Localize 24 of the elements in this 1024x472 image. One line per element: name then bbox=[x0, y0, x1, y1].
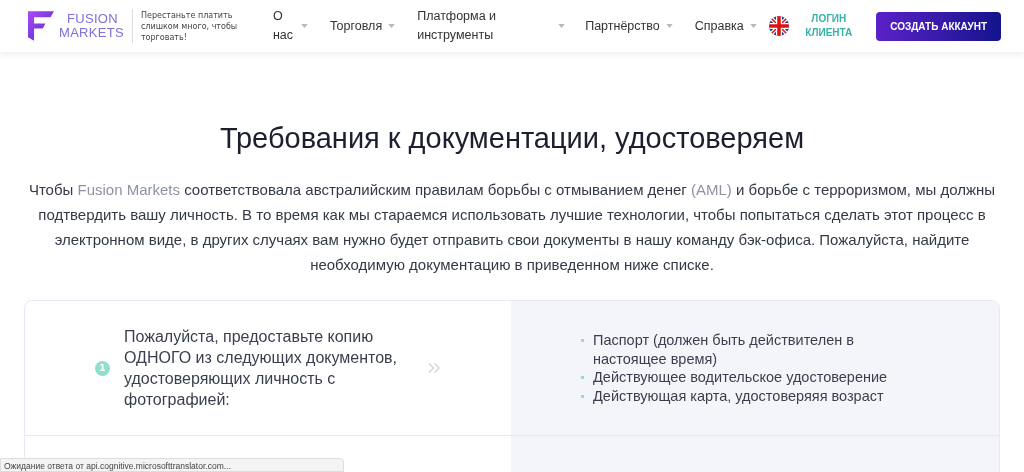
caret-icon bbox=[749, 24, 757, 28]
nav-menu-item[interactable]: О нас bbox=[272, 7, 308, 45]
document-list-item: Паспорт (должен быть действителен в настоящее время) bbox=[581, 331, 901, 368]
logo[interactable]: FUSION MARKETS bbox=[28, 9, 133, 43]
nav-menu-item[interactable]: Платформа и инструменты bbox=[417, 7, 566, 45]
uk-flag-icon[interactable] bbox=[768, 16, 789, 36]
caret-icon bbox=[300, 24, 308, 28]
double-chevron-icon bbox=[428, 362, 441, 374]
intro-paragraph: Чтобы Fusion Markets соответствовала австралийским правилам борьбы с отмыванием денег (AML) и борьбе с терроризмом, мы должны подтвердить вашу личность. В то время как мы стараемся использовать лучшие технологии, чтобы попытаться сделать этот процесс в электронном виде, в других случаях вам нужно будет отправить свои документы в нашу команду бэк-офиса. Пожалуйста, найдите необходимую документацию в приведенном ниже списке. bbox=[27, 180, 997, 275]
nav-menu-item[interactable]: Партнёрство bbox=[585, 16, 673, 36]
nav-menu-item[interactable]: Торговля bbox=[329, 16, 396, 36]
logo-icon bbox=[28, 10, 54, 42]
document-list-item: Действующая карта, удостоверяяя возраст bbox=[581, 386, 901, 405]
nav-menu-item[interactable]: Справка bbox=[694, 16, 757, 36]
caret-icon bbox=[665, 24, 673, 28]
requirement-text: Пожалуйста, предоставьте копию ОДНОГО из следующих документов, удостоверяющих личность с фотографией: bbox=[124, 327, 399, 410]
status-bar: Ожидание ответа от api.cognitive.microsofttranslator.com... bbox=[0, 458, 344, 472]
page-heading: Требования к документации, удостоверяем bbox=[219, 122, 805, 155]
tagline: Перестаньте платить слишком много, чтобы торговать! bbox=[140, 9, 239, 43]
create-account-button[interactable]: СОЗДАТЬ АККАУНТ bbox=[876, 11, 1001, 41]
caret-icon bbox=[558, 24, 566, 28]
caret-icon bbox=[388, 24, 396, 28]
step-number-badge: 1 bbox=[95, 360, 110, 376]
document-list-item: Действующее водительское удостоверение bbox=[581, 368, 901, 387]
